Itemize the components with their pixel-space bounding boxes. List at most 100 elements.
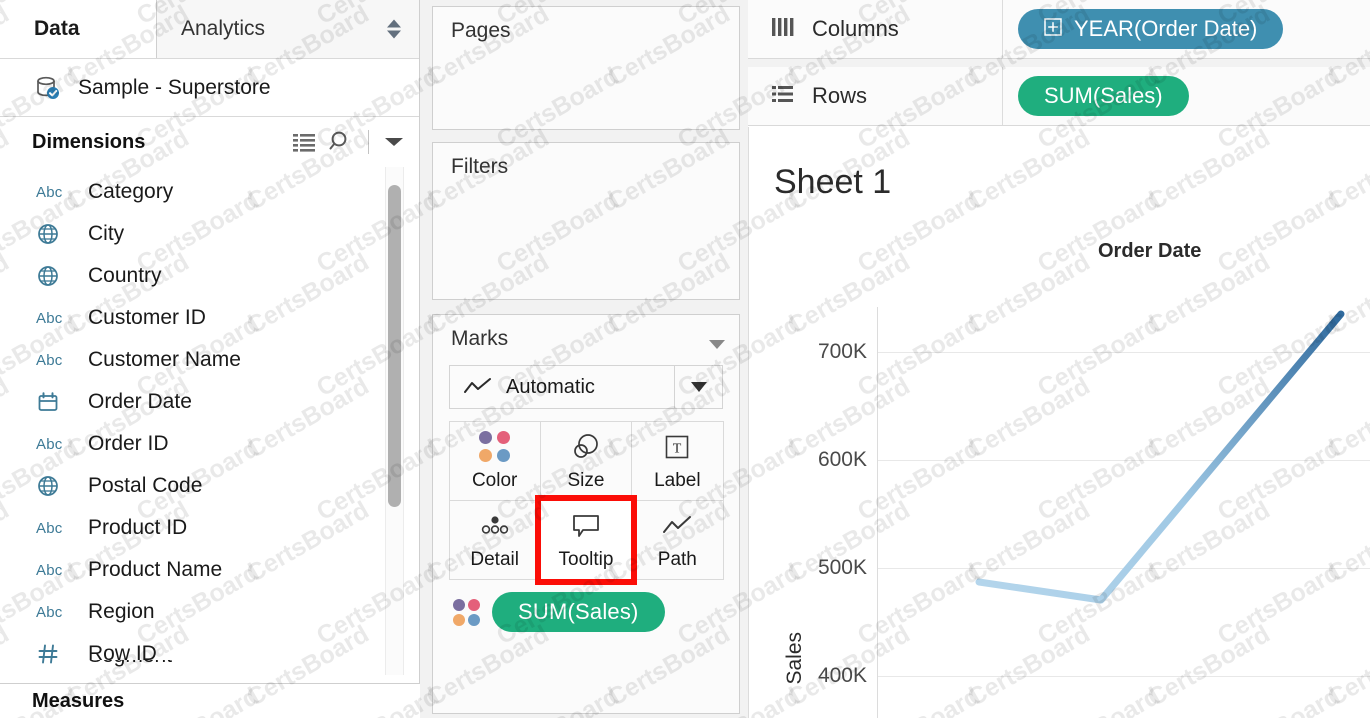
svg-text:T: T [673, 441, 682, 456]
rows-label: Rows [812, 83, 867, 109]
dimensions-title: Dimensions [32, 131, 282, 154]
field-item-city[interactable]: City [0, 213, 419, 255]
globe-icon [36, 222, 88, 246]
marks-detail-button[interactable]: Detail [449, 500, 541, 580]
field-label: City [88, 222, 124, 246]
marks-size-label: Size [568, 470, 605, 492]
marks-path-label: Path [658, 549, 697, 571]
tab-analytics[interactable]: Analytics [156, 0, 419, 58]
color-dots-icon [479, 430, 510, 464]
pages-title: Pages [433, 7, 739, 43]
grid-view-icon[interactable] [292, 131, 318, 153]
calendar-icon [36, 390, 88, 414]
rows-pill-area[interactable]: SUM(Sales) [1003, 76, 1189, 116]
datasource-item[interactable]: Sample - Superstore [0, 59, 419, 117]
field-label: Category [88, 180, 173, 204]
abc-icon: Abc [36, 310, 88, 327]
line-chart-icon [450, 377, 506, 397]
marks-tooltip-button[interactable]: Tooltip [540, 500, 632, 580]
marks-collapse-caret-icon[interactable] [709, 340, 725, 349]
marks-color-label: Color [472, 470, 517, 492]
dimensions-header: Dimensions [0, 117, 419, 167]
shelf-cards-column: Pages Filters Marks Automatic [420, 0, 748, 718]
field-item-region[interactable]: Abc Region [0, 591, 419, 633]
abc-icon: Abc [36, 184, 88, 201]
shelf-separator [748, 59, 1370, 67]
field-label: Order Date [88, 390, 192, 414]
field-item-category[interactable]: Abc Category [0, 171, 419, 213]
field-item-customer-id[interactable]: Abc Customer ID [0, 297, 419, 339]
label-T-icon: T [664, 430, 690, 464]
marks-card-pill-row: SUM(Sales) [453, 592, 739, 632]
marks-color-button[interactable]: Color [449, 421, 541, 501]
marks-path-button[interactable]: Path [631, 500, 723, 580]
detail-dots-icon [478, 509, 512, 543]
marks-label-label: Label [654, 470, 701, 492]
sort-arrows-icon[interactable] [387, 20, 401, 39]
field-item-product-name[interactable]: Abc Product Name [0, 549, 419, 591]
marks-color-pill[interactable]: SUM(Sales) [492, 592, 665, 632]
field-label: Customer ID [88, 306, 206, 330]
columns-icon [770, 15, 796, 44]
marks-label-button[interactable]: T Label [631, 421, 723, 501]
plus-box-icon[interactable] [1044, 16, 1062, 42]
marks-size-button[interactable]: Size [540, 421, 632, 501]
divider [368, 130, 369, 154]
abc-icon: Abc [36, 520, 88, 537]
filters-card[interactable]: Filters [432, 142, 740, 300]
measures-header[interactable]: Measures [0, 683, 420, 718]
mark-type-dropdown[interactable]: Automatic [449, 365, 723, 409]
mark-type-caret-icon[interactable] [674, 366, 722, 408]
field-item-postal-code[interactable]: Postal Code [0, 465, 419, 507]
field-item-customer-name[interactable]: Abc Customer Name [0, 339, 419, 381]
marks-title: Marks [433, 315, 739, 351]
field-label: Product Name [88, 558, 222, 582]
columns-pill-area[interactable]: YEAR(Order Date) [1003, 9, 1283, 49]
color-dots-icon [453, 599, 480, 626]
abc-icon: Abc [36, 562, 88, 579]
pane-tabs: Data Analytics [0, 0, 419, 59]
field-item-order-id[interactable]: Abc Order ID [0, 423, 419, 465]
database-check-icon [32, 72, 64, 104]
search-icon[interactable] [328, 129, 354, 155]
columns-shelf[interactable]: Columns YEAR(Order Date) [748, 0, 1370, 59]
data-pane: Data Analytics Sample - Superstore [0, 0, 420, 718]
tab-data[interactable]: Data [0, 0, 156, 58]
sum-sales-line[interactable] [979, 314, 1341, 600]
field-label: Customer Name [88, 348, 241, 372]
tab-data-label: Data [34, 17, 80, 41]
field-label: Order ID [88, 432, 169, 456]
field-label: Country [88, 264, 162, 288]
rows-pill[interactable]: SUM(Sales) [1018, 76, 1189, 116]
rows-shelf-label-wrap: Rows [748, 67, 1003, 125]
field-item-country[interactable]: Country [0, 255, 419, 297]
columns-pill-label: YEAR(Order Date) [1074, 16, 1257, 42]
field-label: Region [88, 600, 155, 624]
field-item-order-date[interactable]: Order Date [0, 381, 419, 423]
globe-icon [36, 264, 88, 288]
marks-buttons-grid: Color Size T [449, 421, 723, 579]
path-line-icon [661, 509, 693, 543]
sidebar-scrollbar-thumb[interactable] [388, 185, 401, 507]
columns-pill[interactable]: YEAR(Order Date) [1018, 9, 1283, 49]
field-label: Postal Code [88, 474, 202, 498]
viz-canvas[interactable]: Sheet 1 Order Date 700K 600K 500K 400K S… [748, 127, 1370, 718]
marks-tooltip-label: Tooltip [559, 549, 614, 571]
marks-card[interactable]: Marks Automatic [432, 314, 740, 714]
marks-color-pill-label: SUM(Sales) [518, 599, 639, 625]
line-series-svg[interactable] [749, 127, 1370, 718]
field-item-segment-partial[interactable]: Segment [0, 660, 420, 682]
measures-title: Measures [32, 690, 124, 713]
worksheet-area: Columns YEAR(Order Date) [748, 0, 1370, 718]
rows-shelf[interactable]: Rows SUM(Sales) [748, 67, 1370, 126]
columns-label: Columns [812, 16, 899, 42]
columns-shelf-label-wrap: Columns [748, 0, 1003, 58]
dimensions-field-list[interactable]: Abc Category City Country Abc Customer I… [0, 167, 419, 675]
datasource-name: Sample - Superstore [78, 76, 271, 100]
abc-icon: Abc [36, 352, 88, 369]
marks-detail-label: Detail [470, 549, 519, 571]
field-item-product-id[interactable]: Abc Product ID [0, 507, 419, 549]
chevron-down-icon[interactable] [383, 135, 405, 149]
pages-card[interactable]: Pages [432, 6, 740, 130]
rows-icon [770, 82, 796, 111]
